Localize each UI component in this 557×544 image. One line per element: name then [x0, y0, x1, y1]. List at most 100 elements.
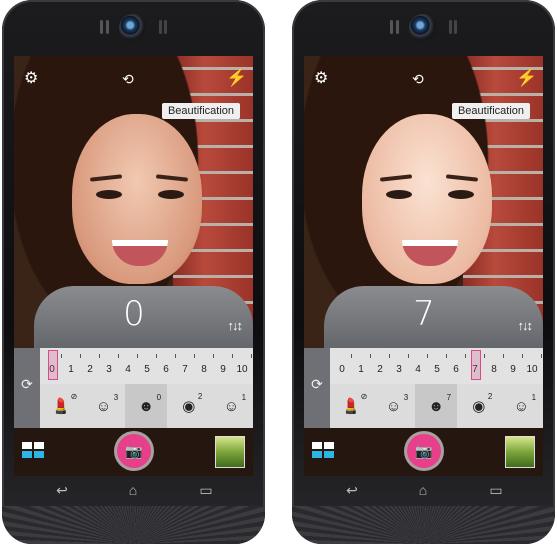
back-icon[interactable]: ↩ — [52, 482, 72, 499]
mode-level-badge: 1 — [531, 392, 537, 402]
camera-viewfinder[interactable]: ⚙ ⟲ ⚡ Beautification 7 ↑↓↕ ⟳ 01234567891… — [304, 56, 543, 476]
gear-icon[interactable]: ⚙ — [314, 69, 328, 89]
shutter-button[interactable]: 📷 — [407, 434, 441, 468]
beauty-mode-button[interactable]: 💄 ⊘ — [330, 384, 372, 428]
brow — [89, 174, 123, 182]
scale-tick — [213, 354, 214, 358]
adjust-sliders-icon[interactable]: ↑↓↕ — [518, 318, 533, 333]
beauty-mode-button[interactable]: ☺ 3 — [373, 384, 415, 428]
panel-side: ⟳ — [304, 348, 330, 428]
scale-tick — [80, 354, 81, 358]
beauty-panel: ⟳ 0 1 2 3 4 5 6 7 8 9 10 💄 ⊘ ☺ 3 ☻ 7 ◉ 2 ☺ 1 — [304, 348, 543, 428]
eye — [386, 190, 412, 199]
scale-number[interactable]: 5 — [430, 364, 444, 375]
back-icon[interactable]: ↩ — [342, 482, 362, 499]
recent-apps-icon[interactable]: ▭ — [486, 482, 506, 499]
scale-number[interactable]: 10 — [235, 364, 249, 375]
beauty-mode-button[interactable]: ◉ 2 — [168, 384, 210, 428]
scale-tick — [61, 354, 62, 358]
gallery-thumbnail[interactable] — [505, 436, 535, 468]
android-nav-bar: ↩ ⌂ ▭ — [292, 478, 555, 508]
gallery-thumbnail[interactable] — [215, 436, 245, 468]
scale-tick — [156, 354, 157, 358]
flash-icon[interactable]: ⚡ — [516, 68, 537, 88]
camera-icon: 📷 — [415, 443, 433, 459]
scale-number[interactable]: 3 — [102, 364, 116, 375]
beauty-mode-button[interactable]: ☺ 1 — [210, 384, 252, 428]
scale-number[interactable]: 5 — [140, 364, 154, 375]
scale-tick — [408, 354, 409, 358]
scale-tick — [137, 354, 138, 358]
scale-tick — [232, 354, 233, 358]
phone-chin — [2, 506, 265, 544]
scale-number[interactable]: 9 — [216, 364, 230, 375]
face-slim-icon: ☺ 3 — [385, 392, 409, 415]
flash-icon[interactable]: ⚡ — [226, 68, 247, 88]
complexion-icon: ☺ 1 — [223, 392, 247, 415]
switch-camera-icon[interactable]: ⟲ — [412, 69, 424, 89]
sensor-grille — [449, 20, 457, 34]
level-scale[interactable]: 0 1 2 3 4 5 6 7 8 9 10 — [40, 348, 253, 384]
scale-number[interactable]: 8 — [197, 364, 211, 375]
front-camera-lens — [119, 14, 147, 42]
grid-cell — [324, 442, 334, 449]
beauty-mode-button[interactable]: ☻ 7 — [415, 384, 458, 428]
beautification-mode-label[interactable]: Beautification — [161, 103, 240, 119]
level-cursor[interactable] — [471, 350, 481, 380]
scale-tick — [175, 354, 176, 358]
scale-number[interactable]: 3 — [392, 364, 406, 375]
scale-number[interactable]: 1 — [64, 364, 78, 375]
scale-number[interactable]: 4 — [121, 364, 135, 375]
scale-number[interactable]: 2 — [83, 364, 97, 375]
scale-number[interactable]: 6 — [159, 364, 173, 375]
home-icon[interactable]: ⌂ — [123, 482, 143, 498]
scale-number[interactable]: 7 — [178, 364, 192, 375]
rotate-icon[interactable]: ⟳ — [18, 376, 36, 393]
beauty-mode-button[interactable]: ☻ 0 — [125, 384, 168, 428]
mode-level-badge: 2 — [487, 392, 493, 401]
gear-icon[interactable]: ⚙ — [24, 69, 38, 89]
scale-number[interactable]: 4 — [411, 364, 425, 375]
beauty-level-value: 0 — [123, 294, 145, 334]
grid-cell — [34, 442, 44, 449]
mouth — [402, 240, 458, 266]
beauty-mode-button[interactable]: ☺ 3 — [83, 384, 125, 428]
mode-level-badge: 1 — [241, 392, 247, 402]
mode-level-badge: ⊘ — [70, 392, 78, 401]
phone-before: ⚙ ⟲ ⚡ Beautification 0 ↑↓↕ ⟳ 01234567891… — [2, 0, 265, 544]
switch-camera-icon[interactable]: ⟲ — [122, 69, 134, 89]
beauty-mode-button[interactable]: 💄 ⊘ — [40, 384, 82, 428]
beauty-mode-button[interactable]: ◉ 2 — [458, 384, 500, 428]
scale-number[interactable]: 9 — [506, 364, 520, 375]
scale-number[interactable]: 8 — [487, 364, 501, 375]
grid-cell — [312, 451, 322, 458]
scale-number[interactable]: 6 — [449, 364, 463, 375]
scale-number[interactable]: 2 — [373, 364, 387, 375]
level-scale[interactable]: 0 1 2 3 4 5 6 7 8 9 10 — [330, 348, 543, 384]
recent-apps-icon[interactable]: ▭ — [196, 482, 216, 499]
grid-cell — [22, 451, 32, 458]
adjust-sliders-icon[interactable]: ↑↓↕ — [228, 318, 243, 333]
grid-icon[interactable] — [22, 442, 46, 460]
home-icon[interactable]: ⌂ — [413, 482, 433, 498]
level-cursor[interactable] — [48, 350, 58, 380]
subject-face — [362, 114, 492, 284]
eye-enlarge-icon: ◉ 2 — [182, 392, 203, 415]
scale-tick — [194, 354, 195, 358]
scale-tick — [446, 354, 447, 358]
scale-tick — [465, 354, 466, 358]
rotate-icon[interactable]: ⟳ — [308, 376, 326, 393]
shutter-button[interactable]: 📷 — [117, 434, 151, 468]
beautification-mode-label[interactable]: Beautification — [451, 103, 530, 119]
scale-number[interactable]: 0 — [335, 364, 349, 375]
mode-level-badge: 0 — [156, 392, 162, 402]
grid-cell — [22, 442, 32, 449]
phone-chin — [292, 506, 555, 544]
lipstick-icon: 💄 ⊘ — [341, 392, 368, 415]
scale-number[interactable]: 1 — [354, 364, 368, 375]
grid-icon[interactable] — [312, 442, 336, 460]
camera-viewfinder[interactable]: ⚙ ⟲ ⚡ Beautification 0 ↑↓↕ ⟳ 01234567891… — [14, 56, 253, 476]
subject-face — [72, 114, 202, 284]
beauty-mode-button[interactable]: ☺ 1 — [500, 384, 542, 428]
scale-number[interactable]: 10 — [525, 364, 539, 375]
